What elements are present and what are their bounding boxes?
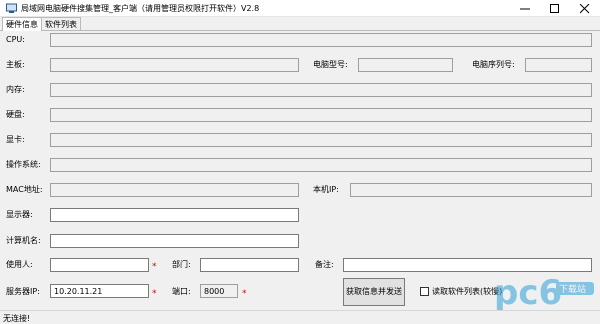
minimize-button[interactable] xyxy=(510,0,540,17)
memory-label: 内存: xyxy=(6,85,25,94)
port-label: 端口: xyxy=(172,287,191,296)
connection-status: 无连接! xyxy=(3,314,31,323)
pc-name-label: 计算机名: xyxy=(6,236,41,245)
gpu-field[interactable] xyxy=(50,133,592,147)
maximize-button[interactable] xyxy=(540,0,570,17)
cpu-field[interactable] xyxy=(50,33,592,47)
pc6-watermark-logo: pc6 下载站 xyxy=(494,273,594,313)
server-ip-required-mark: * xyxy=(152,289,157,299)
close-button[interactable] xyxy=(570,0,600,17)
server-ip-label: 服务器IP: xyxy=(6,287,40,296)
mac-field[interactable] xyxy=(50,183,299,197)
read-software-checkbox[interactable] xyxy=(420,287,429,296)
gpu-label: 显卡: xyxy=(6,135,25,144)
pc-model-field[interactable] xyxy=(358,58,453,72)
monitor-label: 显示器: xyxy=(6,210,33,219)
disk-field[interactable] xyxy=(50,108,592,122)
minimize-icon xyxy=(520,8,530,10)
os-label: 操作系统: xyxy=(6,160,41,169)
window-title: 局域网电脑硬件搜集管理_客户端（请用管理员权限打开软件）V2.8 xyxy=(21,4,260,13)
os-field[interactable] xyxy=(50,158,592,172)
status-bar: 无连接! xyxy=(0,310,600,324)
pc-model-label: 电脑型号: xyxy=(313,60,348,69)
svg-text:pc6: pc6 xyxy=(494,273,562,313)
mac-label: MAC地址: xyxy=(6,185,43,194)
fetch-and-send-button[interactable]: 获取信息并发送 xyxy=(343,278,405,306)
close-icon xyxy=(580,4,590,14)
title-bar: 局域网电脑硬件搜集管理_客户端（请用管理员权限打开软件）V2.8 xyxy=(0,0,600,17)
motherboard-field[interactable] xyxy=(50,58,299,72)
tab-software-list[interactable]: 软件列表 xyxy=(41,17,81,30)
user-field[interactable] xyxy=(50,258,149,272)
motherboard-label: 主板: xyxy=(6,60,25,69)
pc-name-field[interactable] xyxy=(50,234,299,248)
svg-text:下载站: 下载站 xyxy=(559,283,586,295)
port-field[interactable]: 8000 xyxy=(200,284,238,298)
app-icon xyxy=(6,3,17,13)
monitor-field[interactable] xyxy=(50,208,299,222)
maximize-icon xyxy=(550,4,559,13)
user-label: 使用人: xyxy=(6,260,33,269)
pc-serial-field[interactable] xyxy=(525,58,592,72)
dept-field[interactable] xyxy=(200,258,299,272)
server-ip-field[interactable]: 10.20.11.21 xyxy=(50,284,149,298)
port-required-mark: * xyxy=(242,289,247,299)
tab-hardware-info[interactable]: 硬件信息 xyxy=(2,17,42,31)
local-ip-label: 本机IP: xyxy=(313,185,339,194)
user-required-mark: * xyxy=(152,262,157,272)
local-ip-field[interactable] xyxy=(350,183,592,197)
tab-strip: 硬件信息 软件列表 xyxy=(0,17,600,31)
disk-label: 硬盘: xyxy=(6,110,25,119)
memory-field[interactable] xyxy=(50,83,592,97)
dept-label: 部门: xyxy=(172,260,191,269)
pc-serial-label: 电脑序列号: xyxy=(472,60,515,69)
note-label: 备注: xyxy=(315,260,334,269)
cpu-label: CPU: xyxy=(6,35,25,44)
